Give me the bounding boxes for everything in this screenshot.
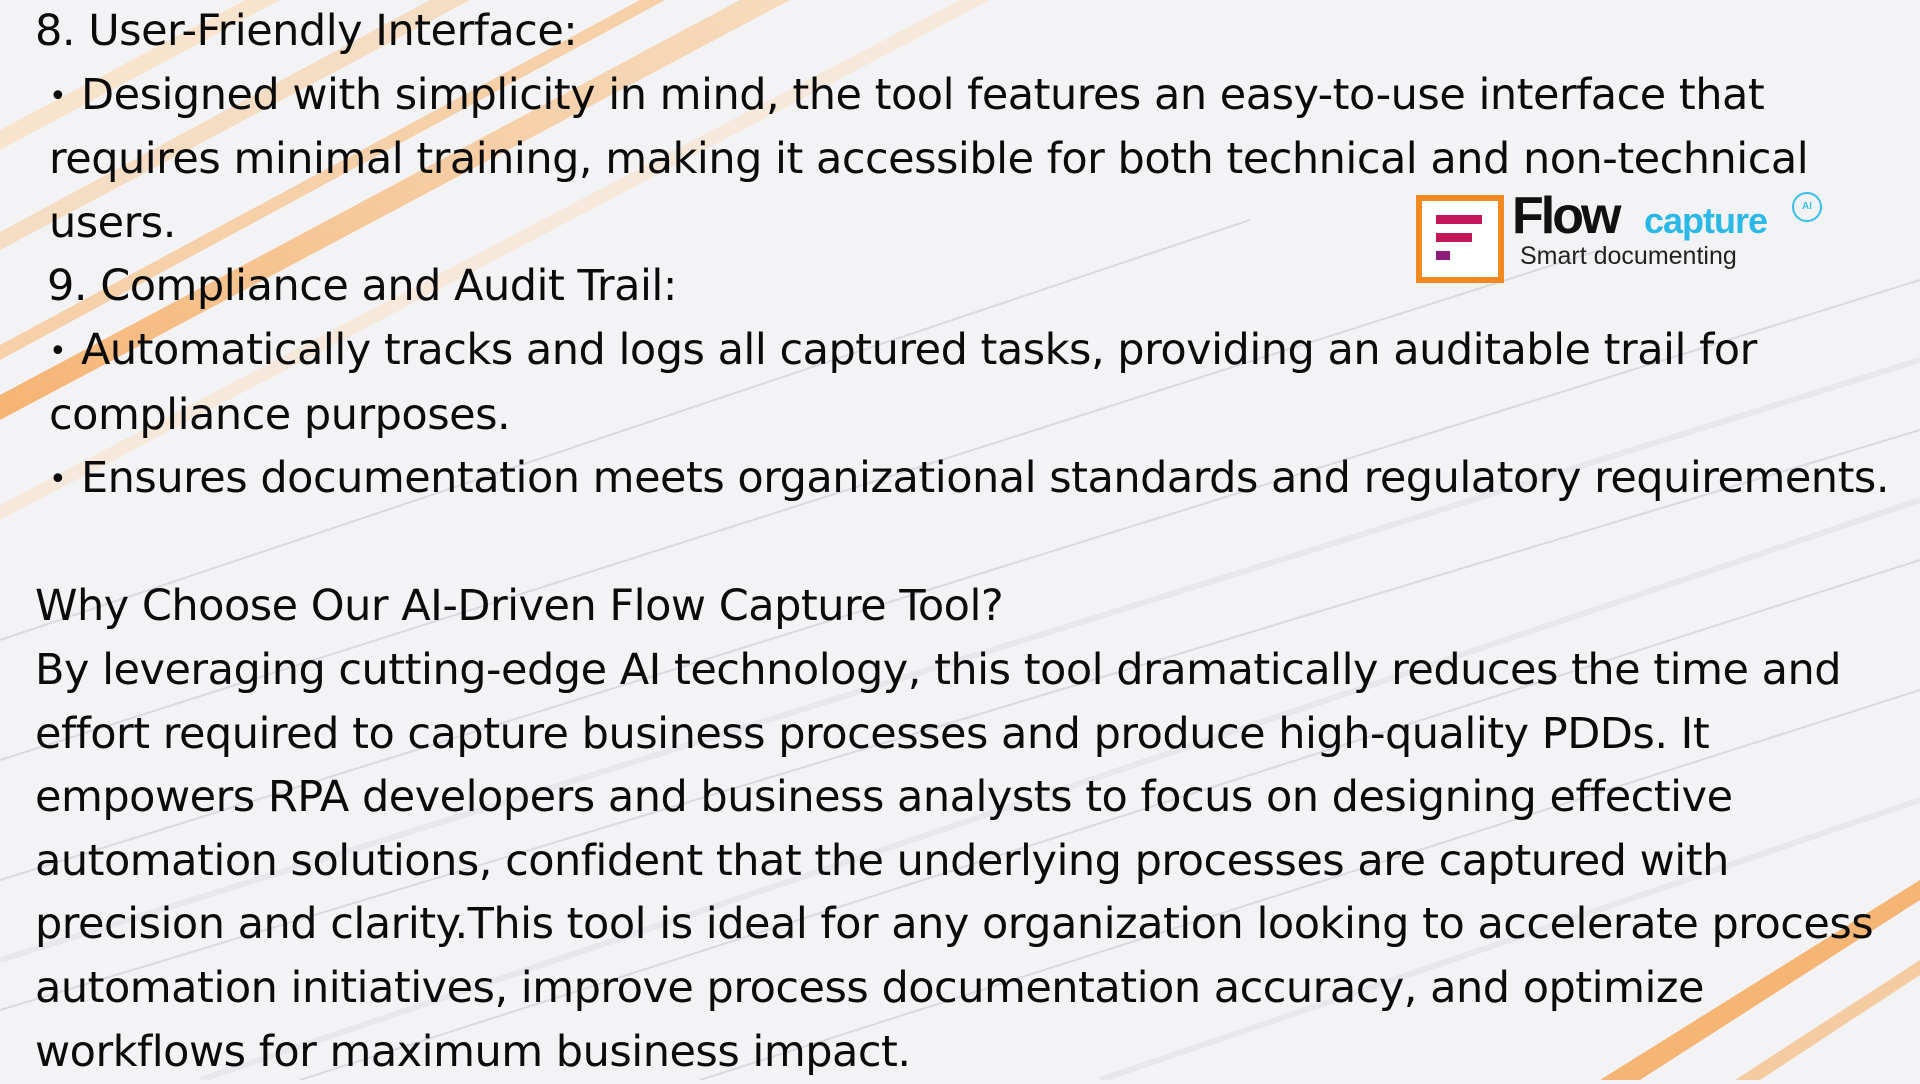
section-8-bullet-1: • Designed with simplicity in mind, the t…: [35, 64, 1895, 256]
section-9-bullet-1: • Automatically tracks and logs all captu…: [35, 319, 1895, 447]
bullet-dot-icon: •: [49, 78, 67, 114]
bullet-text: Ensures documentation meets organization…: [81, 453, 1890, 504]
section-9-heading: 9. Compliance and Audit Trail:: [47, 261, 677, 312]
bullet-dot-icon: •: [49, 333, 67, 369]
section-8-heading: 8. User-Friendly Interface:: [35, 6, 578, 56]
bullet-dot-icon: •: [49, 462, 67, 498]
section-9-bullet-2: • Ensures documentation meets organizatio…: [35, 447, 1895, 512]
why-choose-body: By leveraging cutting-edge AI technology…: [35, 644, 1874, 1077]
bullet-text: Automatically tracks and logs all captur…: [49, 324, 1757, 440]
bullet-text: Designed with simplicity in mind, the to…: [49, 69, 1809, 248]
why-choose-heading: Why Choose Our AI-Driven Flow Capture To…: [35, 581, 1004, 632]
document-body: 8. User-Friendly Interface: • Designed wi…: [35, 0, 1895, 1084]
